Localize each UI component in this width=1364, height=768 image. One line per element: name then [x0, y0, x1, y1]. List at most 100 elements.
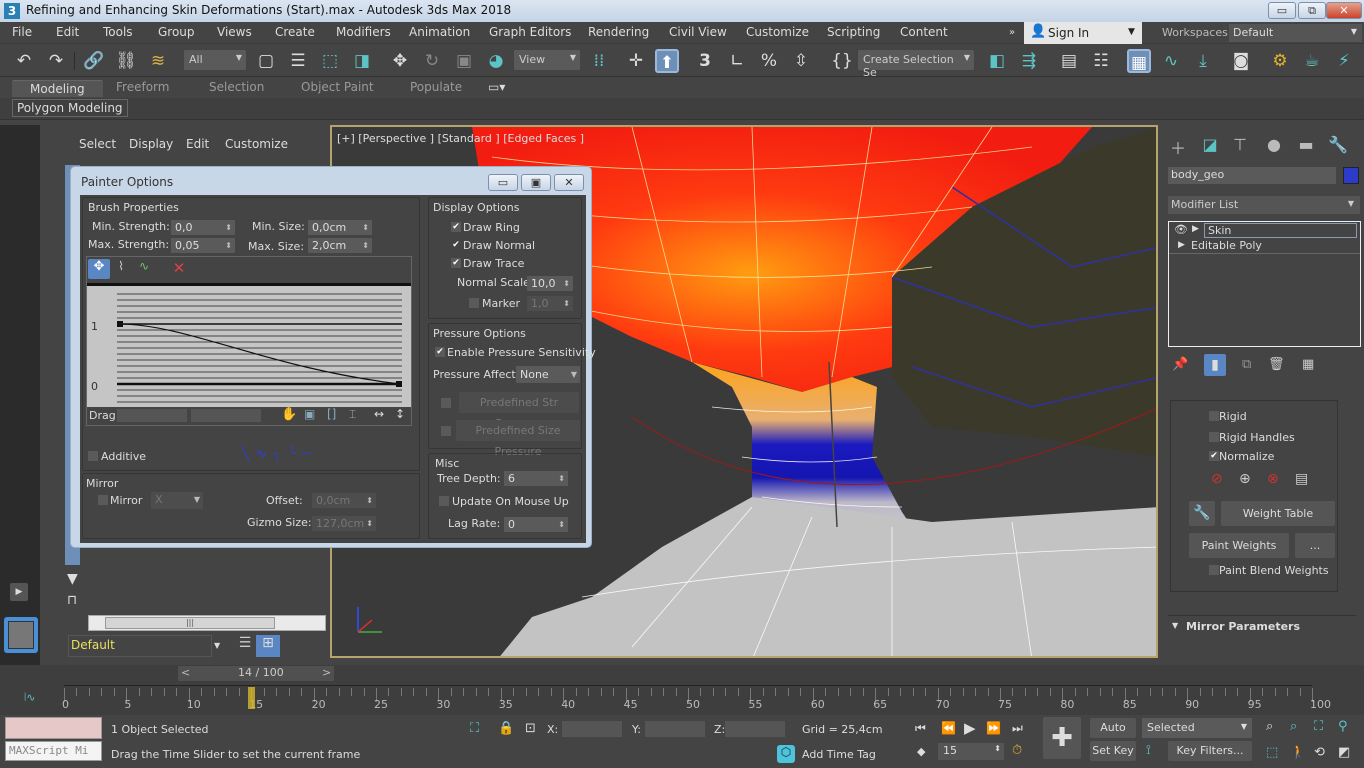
drag-x-field[interactable] — [117, 409, 187, 422]
absolute-mode-icon[interactable]: ⊡ — [525, 721, 536, 736]
mini-curve-editor-icon[interactable]: ⦚∿ — [24, 691, 36, 705]
bake-weights-icon[interactable]: ▤ — [1295, 471, 1308, 487]
viewport-layout-tab[interactable] — [4, 617, 38, 653]
scene-explorer-icon[interactable]: ▤ — [1057, 49, 1081, 73]
predefined-size-pressure-button[interactable]: Predefined Size Pressure — [456, 420, 580, 458]
predefined-str-checkbox[interactable] — [441, 398, 451, 408]
key-mode-icon[interactable]: ◆ — [917, 745, 925, 758]
chevron-down-icon[interactable]: ▼ — [214, 641, 220, 650]
workspaces-dropdown[interactable]: Default ▼ — [1229, 24, 1362, 42]
isolate-selection-icon[interactable]: ⛶ — [470, 721, 479, 736]
reference-coord-dropdown[interactable]: View ▼ — [514, 50, 580, 70]
motion-tab-icon[interactable]: ● — [1260, 135, 1288, 157]
scale-icon[interactable]: ▣ — [452, 49, 476, 73]
spinner-arrows-icon[interactable]: ⬍ — [366, 493, 373, 508]
eye-icon[interactable]: 👁 — [1174, 223, 1188, 236]
stack-item-skin[interactable]: 👁 ▶ Skin — [1169, 223, 1360, 238]
undo-icon[interactable]: ↶ — [12, 49, 36, 73]
menu-tools[interactable]: Tools — [103, 25, 133, 39]
menu-modifiers[interactable]: Modifiers — [336, 25, 391, 39]
include-verts-icon[interactable]: ⊕ — [1239, 471, 1251, 487]
normalize-checkbox[interactable]: ✔ — [1209, 451, 1219, 461]
zoom-vertical-icon[interactable]: ⌶ — [349, 407, 356, 422]
track-bar[interactable]: 0 5 10 15 20 25 30 35 40 45 50 55 60 65 70 75 80 85 90 95 10… — [62, 685, 1331, 713]
align-icon[interactable]: ⇶ — [1017, 49, 1041, 73]
rendered-frame-icon[interactable]: ☕ — [1300, 49, 1324, 73]
max-size-spinner[interactable]: 2,0cm ⬍ — [308, 238, 372, 253]
sign-in-button[interactable]: 👤 Sign In ▼ — [1024, 22, 1142, 44]
additive-checkbox[interactable] — [88, 451, 98, 461]
predefined-str-pressure-button[interactable]: Predefined Str Pressure — [459, 392, 579, 430]
maxscript-listener-output[interactable] — [5, 717, 102, 739]
polygon-modeling-label[interactable]: Polygon Modeling — [12, 99, 128, 117]
zoom-horizontal-icon[interactable]: [] — [327, 407, 336, 421]
scrollbar-thumb[interactable]: ||| — [105, 617, 275, 629]
key-filters-button[interactable]: Key Filters... — [1168, 741, 1252, 761]
spinner-arrows-icon[interactable]: ⬍ — [563, 276, 570, 291]
menu-content[interactable]: Content — [900, 25, 948, 39]
painter-options-button[interactable]: ... — [1295, 533, 1335, 558]
se-menu-select[interactable]: Select — [79, 137, 116, 151]
spinner-arrows-icon[interactable]: ⬍ — [558, 517, 565, 532]
rect-selection-icon[interactable]: ⬚ — [318, 49, 342, 73]
tab-populate[interactable]: Populate — [410, 80, 462, 94]
menu-edit[interactable]: Edit — [56, 25, 79, 39]
normal-scale-spinner[interactable]: 10,0 ⬍ — [527, 276, 573, 291]
gizmo-size-spinner[interactable]: 127,0cm ⬍ — [312, 516, 376, 531]
z-coord-field[interactable] — [725, 721, 785, 737]
reference-coord-icon[interactable]: ◕ — [484, 49, 508, 73]
curve-editor-icon[interactable]: ∿ — [1159, 49, 1183, 73]
time-slider-thumb[interactable] — [248, 687, 256, 709]
curve-preset-icons[interactable]: ╲∿╮╰─ — [241, 446, 316, 462]
tab-object-paint[interactable]: Object Paint — [301, 80, 374, 94]
draw-normal-checkbox[interactable]: ✔ — [451, 240, 461, 250]
configure-modifier-sets-icon[interactable]: ▦ — [1302, 357, 1314, 372]
exclude-verts-icon[interactable]: ⊘ — [1211, 471, 1223, 487]
se-menu-display[interactable]: Display — [129, 137, 173, 151]
snap-3d-icon[interactable]: 3 — [693, 49, 717, 73]
curve-graph[interactable]: 1 0 — [87, 283, 411, 407]
dialog-minimize-button[interactable]: ▭ — [488, 174, 518, 191]
add-time-tag[interactable]: Add Time Tag — [802, 748, 876, 761]
horizontal-scrollbar[interactable]: ||| — [88, 615, 326, 631]
percent-snap-icon[interactable]: % — [757, 49, 781, 73]
sort-by-hierarchy-icon[interactable]: ⊞ — [256, 635, 280, 657]
mirror-checkbox[interactable] — [98, 495, 108, 505]
make-unique-icon[interactable]: ⧉ — [1242, 357, 1251, 372]
draw-trace-checkbox[interactable]: ✔ — [451, 258, 461, 268]
move-icon[interactable]: ✥ — [388, 49, 412, 73]
edit-named-sel-icon[interactable]: {} — [830, 49, 854, 73]
unlink-icon[interactable]: ⛓ — [114, 49, 138, 73]
bind-space-warp-icon[interactable]: ≋ — [146, 49, 170, 73]
previous-frame-icon[interactable]: ⏪ — [941, 721, 956, 735]
dialog-close-button[interactable]: ✕ — [554, 174, 584, 191]
set-key-big-button[interactable]: ✚ — [1043, 717, 1081, 759]
render-icon[interactable]: ⚡ — [1332, 49, 1356, 73]
orbit-icon[interactable]: ⟲ — [1314, 745, 1325, 760]
zoom-icon[interactable]: ⌕ — [1266, 719, 1273, 734]
paint-weights-button[interactable]: Paint Weights — [1189, 533, 1289, 558]
next-frame-icon[interactable]: ⏩ — [986, 721, 1001, 735]
spinner-arrows-icon[interactable]: ⬍ — [994, 744, 1001, 753]
mirror-parameters-rollout[interactable]: ▼ Mirror Parameters — [1168, 615, 1356, 637]
update-on-mouse-up-checkbox[interactable] — [439, 496, 449, 506]
add-point-icon[interactable]: ∿ — [134, 259, 154, 279]
enable-pressure-checkbox[interactable]: ✔ — [435, 347, 445, 357]
pivot-icon[interactable]: ⁞⁞ — [587, 49, 611, 73]
selection-lock-icon[interactable]: 🔒 — [498, 721, 514, 736]
lag-rate-spinner[interactable]: 0 ⬍ — [504, 517, 568, 532]
predefined-size-checkbox[interactable] — [441, 426, 451, 436]
mirror-axis-dropdown[interactable]: X ▼ — [151, 492, 203, 509]
delete-point-icon[interactable]: ✕ — [169, 259, 189, 279]
paint-blend-weights-checkbox[interactable] — [1209, 565, 1219, 575]
menu-file[interactable]: File — [12, 25, 32, 39]
selection-filter-dropdown[interactable]: All ▼ — [184, 50, 246, 70]
ribbon-options-icon[interactable]: ▭▾ — [488, 80, 505, 94]
rigid-checkbox[interactable] — [1209, 411, 1219, 421]
zoom-extents-all-icon[interactable]: ⚲ — [1338, 719, 1348, 734]
weight-table-button[interactable]: Weight Table — [1221, 501, 1335, 526]
mirror-icon[interactable]: ◧ — [985, 49, 1009, 73]
play-icon[interactable]: ▶ — [964, 719, 976, 737]
zoom-extents-icon[interactable]: ▣ — [304, 407, 315, 421]
weight-tool-button[interactable]: 🔧 — [1189, 501, 1215, 526]
